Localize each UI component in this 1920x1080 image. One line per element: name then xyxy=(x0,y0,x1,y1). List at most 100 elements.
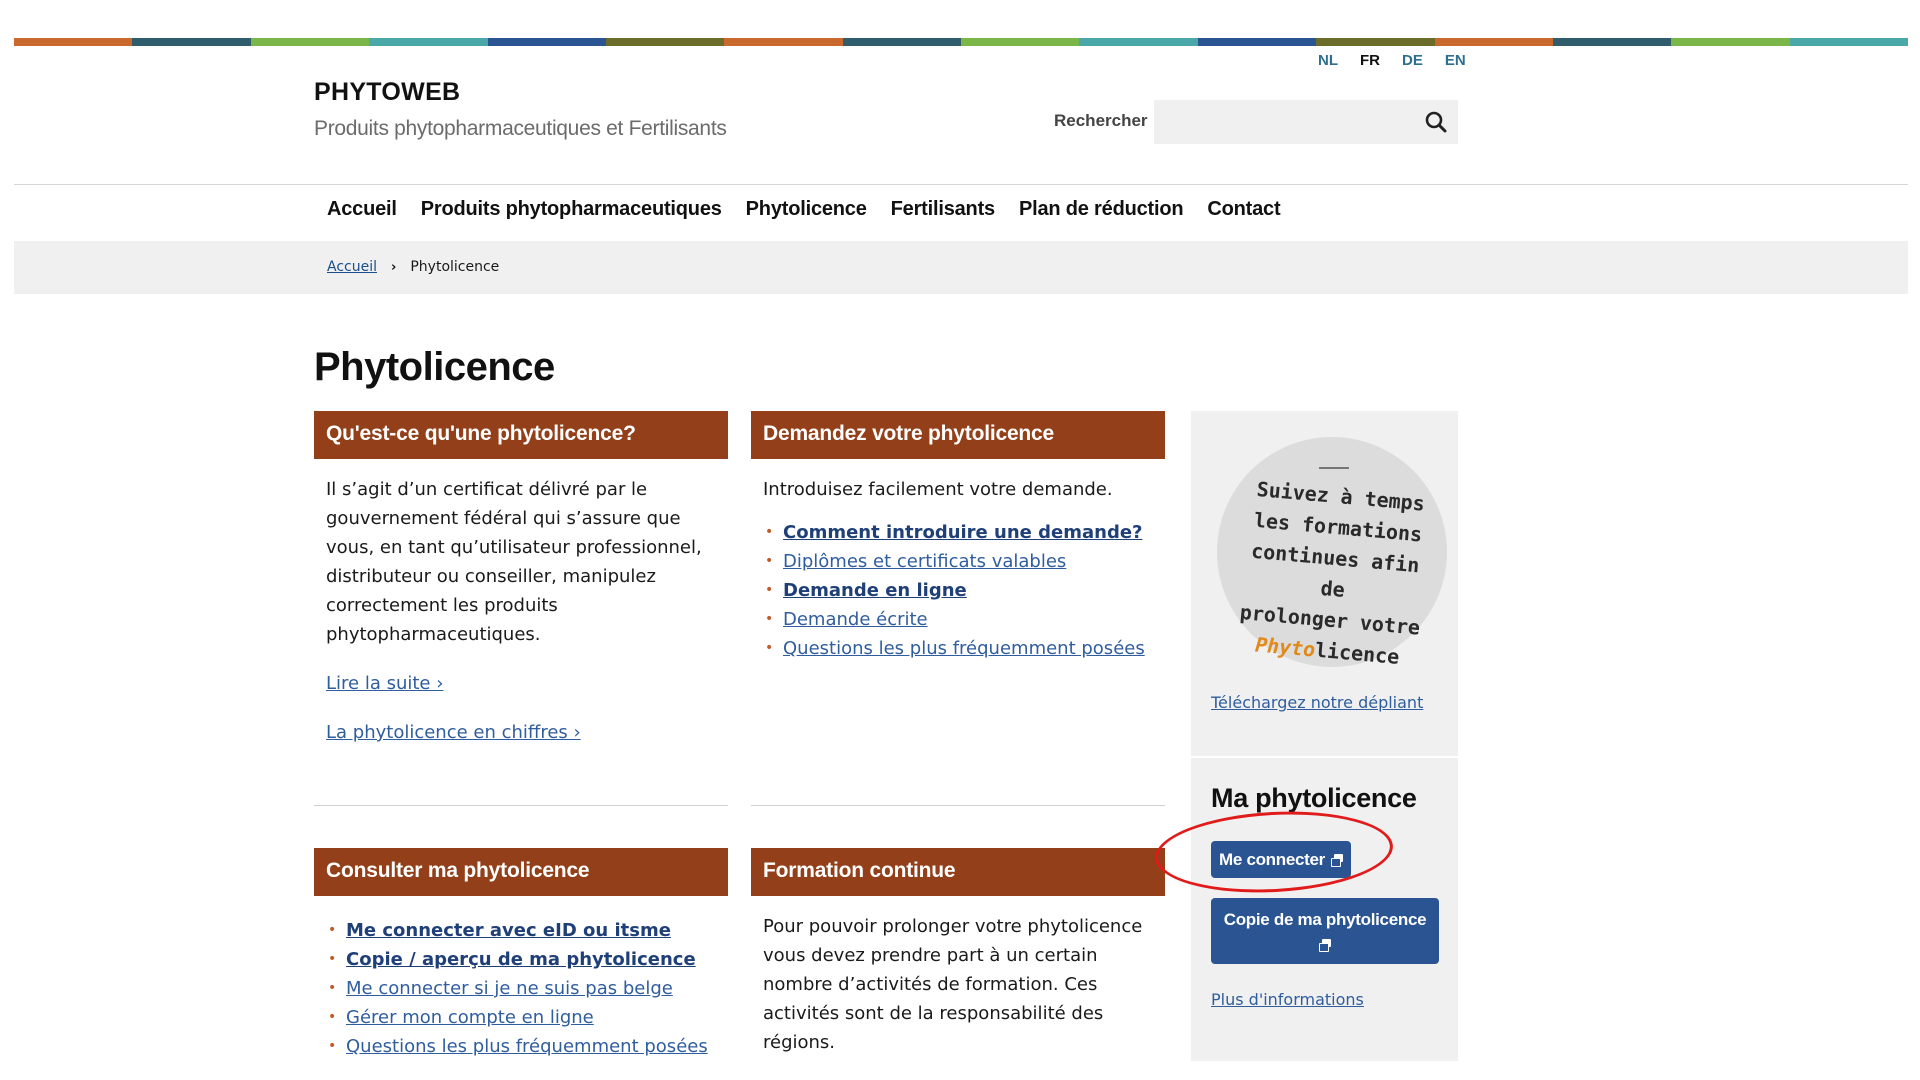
list-item: Demande écrite xyxy=(763,605,1153,634)
external-window-icon xyxy=(1319,938,1331,952)
card-what-is-title: Qu'est-ce qu'une phytolicence? xyxy=(314,411,728,459)
card-what-is-body: Il s’agit d’un certificat délivré par le… xyxy=(314,459,728,747)
written-request-link[interactable]: Demande écrite xyxy=(783,609,928,630)
list-item: Copie / aperçu de ma phytolicence xyxy=(326,945,716,974)
stripe-segment xyxy=(961,38,1080,46)
search-button[interactable] xyxy=(1422,108,1450,136)
figures-link[interactable]: La phytolicence en chiffres › xyxy=(326,718,716,747)
language-switcher: NL FR DE EN xyxy=(1318,52,1466,69)
stripe-segment xyxy=(842,38,961,46)
card-training-text: Pour pouvoir prolonger votre phytolicenc… xyxy=(763,916,1143,1053)
stripe-segment xyxy=(1316,38,1435,46)
sidebar-divider xyxy=(1191,756,1458,758)
list-item: Comment introduire une demande? xyxy=(763,518,1153,547)
valid-diplomas-link[interactable]: Diplômes et certificats valables xyxy=(783,551,1066,572)
consult-link-list: Me connecter avec eID ou itsme Copie / a… xyxy=(326,916,716,1061)
stripe-segment xyxy=(1789,38,1908,46)
lang-fr[interactable]: FR xyxy=(1360,52,1380,69)
card-request-intro: Introduisez facilement votre demande. xyxy=(763,479,1113,500)
nav-contact[interactable]: Contact xyxy=(1207,198,1280,221)
top-color-stripe xyxy=(14,38,1908,46)
breadcrumb: Accueil › Phytolicence xyxy=(327,259,499,275)
nav-accueil[interactable]: Accueil xyxy=(327,198,397,221)
connect-eid-link[interactable]: Me connecter avec eID ou itsme xyxy=(346,920,671,941)
card-training: Formation continue Pour pouvoir prolonge… xyxy=(751,848,1165,1077)
card-divider xyxy=(314,805,728,806)
search-label: Rechercher xyxy=(1054,111,1148,130)
card-consult-title: Consulter ma phytolicence xyxy=(314,848,728,896)
external-window-icon xyxy=(1331,853,1343,867)
list-item: Questions les plus fréquemment posées xyxy=(763,634,1153,663)
lang-nl[interactable]: NL xyxy=(1318,52,1338,69)
stripe-segment xyxy=(1552,38,1672,46)
nav-produits[interactable]: Produits phytopharmaceutiques xyxy=(421,198,722,221)
request-faq-link[interactable]: Questions les plus fréquemment posées xyxy=(783,638,1145,659)
connect-non-belgian-link[interactable]: Me connecter si je ne suis pas belge xyxy=(346,978,673,999)
card-training-title: Formation continue xyxy=(751,848,1165,896)
my-phytolicence-heading: Ma phytolicence xyxy=(1211,783,1417,813)
promo-phyto: Phyto xyxy=(1254,632,1317,662)
card-training-body: Pour pouvoir prolonger votre phytolicenc… xyxy=(751,896,1165,1057)
promo-licence: licence xyxy=(1314,637,1401,669)
download-leaflet-link[interactable]: Téléchargez notre dépliant xyxy=(1211,693,1423,712)
stripe-segment xyxy=(724,38,843,46)
header-divider xyxy=(14,184,1908,185)
list-item: Me connecter si je ne suis pas belge xyxy=(326,974,716,1003)
stripe-segment xyxy=(369,38,488,46)
card-consult: Consulter ma phytolicence Me connecter a… xyxy=(314,848,728,1061)
card-request: Demandez votre phytolicence Introduisez … xyxy=(751,411,1165,663)
card-consult-body: Me connecter avec eID ou itsme Copie / a… xyxy=(314,896,728,1061)
stripe-segment xyxy=(14,38,133,46)
promo-text: Suivez à temps les formations continues … xyxy=(1227,473,1440,676)
card-divider xyxy=(751,805,1165,806)
stripe-segment xyxy=(487,38,606,46)
stripe-segment xyxy=(132,38,251,46)
card-what-is-text: Il s’agit d’un certificat délivré par le… xyxy=(326,479,702,645)
search-box xyxy=(1154,100,1458,144)
nav-phytolicence[interactable]: Phytolicence xyxy=(746,198,867,221)
promo-badge: Suivez à temps les formations continues … xyxy=(1217,437,1447,669)
copy-overview-link[interactable]: Copie / aperçu de ma phytolicence xyxy=(346,949,696,970)
page-title: Phytolicence xyxy=(314,345,555,389)
breadcrumb-home[interactable]: Accueil xyxy=(327,259,377,275)
nav-fertilisants[interactable]: Fertilisants xyxy=(891,198,996,221)
stripe-segment xyxy=(1079,38,1198,46)
lang-de[interactable]: DE xyxy=(1402,52,1423,69)
main-navigation: Accueil Produits phytopharmaceutiques Ph… xyxy=(327,198,1281,221)
copy-phytolicence-button[interactable]: Copie de ma phytolicence xyxy=(1211,898,1439,964)
list-item: Diplômes et certificats valables xyxy=(763,547,1153,576)
chevron-right-icon: › xyxy=(391,259,397,275)
more-info-link[interactable]: Plus d'informations xyxy=(1211,990,1364,1009)
site-subtitle: Produits phytopharmaceutiques et Fertili… xyxy=(314,117,727,140)
copy-button-label: Copie de ma phytolicence xyxy=(1223,910,1427,929)
online-request-link[interactable]: Demande en ligne xyxy=(783,580,967,601)
connect-button[interactable]: Me connecter xyxy=(1211,841,1351,878)
consult-faq-link[interactable]: Questions les plus fréquemment posées xyxy=(346,1036,708,1057)
breadcrumb-bar: Accueil › Phytolicence xyxy=(14,241,1908,294)
list-item: Demande en ligne xyxy=(763,576,1153,605)
site-title[interactable]: PHYTOWEB xyxy=(314,78,460,107)
manage-account-link[interactable]: Gérer mon compte en ligne xyxy=(346,1007,594,1028)
stripe-segment xyxy=(1434,38,1553,46)
magnifier-icon xyxy=(1425,111,1447,133)
nav-plan-reduction[interactable]: Plan de réduction xyxy=(1019,198,1184,221)
list-item: Questions les plus fréquemment posées xyxy=(326,1032,716,1061)
list-item: Me connecter avec eID ou itsme xyxy=(326,916,716,945)
stripe-segment xyxy=(605,38,725,46)
list-item: Gérer mon compte en ligne xyxy=(326,1003,716,1032)
stripe-segment xyxy=(1197,38,1317,46)
how-to-apply-link[interactable]: Comment introduire une demande? xyxy=(783,522,1142,543)
promo-dash xyxy=(1319,467,1349,469)
request-link-list: Comment introduire une demande? Diplômes… xyxy=(763,518,1153,663)
sidebar: Suivez à temps les formations continues … xyxy=(1191,411,1458,1061)
card-what-is: Qu'est-ce qu'une phytolicence? Il s’agit… xyxy=(314,411,728,767)
card-request-title: Demandez votre phytolicence xyxy=(751,411,1165,459)
stripe-segment xyxy=(1671,38,1790,46)
lang-en[interactable]: EN xyxy=(1445,52,1466,69)
stripe-segment xyxy=(250,38,370,46)
connect-button-label: Me connecter xyxy=(1219,849,1325,869)
search-input[interactable] xyxy=(1154,100,1404,144)
breadcrumb-current: Phytolicence xyxy=(410,259,500,275)
card-request-body: Introduisez facilement votre demande. Co… xyxy=(751,459,1165,663)
read-more-link[interactable]: Lire la suite › xyxy=(326,669,716,698)
